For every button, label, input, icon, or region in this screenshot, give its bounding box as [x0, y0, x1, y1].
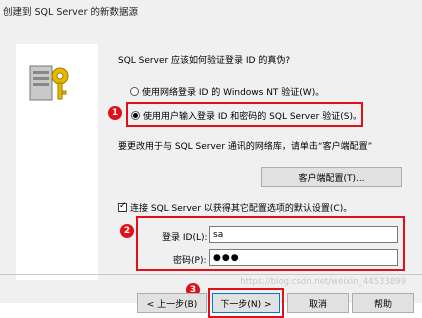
auth-question: SQL Server 应该如何验证登录 ID 的真伪? [118, 56, 291, 66]
connect-checkbox[interactable]: 连接 SQL Server 以获得其它配置选项的默认设置(C)。 [118, 201, 352, 214]
cancel-button[interactable]: 取消 [287, 293, 349, 313]
client-config-button[interactable]: 客户端配置(T)... [261, 167, 402, 187]
radio-windows-auth[interactable]: 使用网络登录 ID 的 Windows NT 验证(W)。 [130, 85, 324, 98]
checkbox-label: 连接 SQL Server 以获得其它配置选项的默认设置(C)。 [130, 204, 353, 214]
radio-label: 使用用户输入登录 ID 和密码的 SQL Server 验证(S)。 [143, 112, 362, 122]
dialog-body: SQL Server 应该如何验证登录 ID 的真伪? 使用网络登录 ID 的 … [0, 21, 422, 318]
marker-2: 2 [120, 224, 134, 238]
illustration-panel [16, 44, 98, 280]
login-id-input[interactable]: sa [209, 226, 398, 243]
marker-1: 1 [108, 106, 122, 120]
window-title: 创建到 SQL Server 的新数据源 [3, 7, 139, 18]
server-icon [29, 65, 69, 101]
radio-label: 使用网络登录 ID 的 Windows NT 验证(W)。 [142, 88, 325, 98]
password-input[interactable]: ●●● [209, 249, 398, 266]
network-note: 要更改用于与 SQL Server 通讯的网络库，请单击“客户端配置” [118, 142, 373, 152]
radio-indicator [131, 111, 140, 120]
checkbox-indicator [118, 201, 127, 212]
watermark: https://blog.csdn.net/weixin_44533899 [240, 277, 406, 287]
back-button[interactable]: < 上一步(B) [137, 293, 207, 313]
radio-sql-auth[interactable]: 使用用户输入登录 ID 和密码的 SQL Server 验证(S)。 [131, 109, 362, 122]
password-label: 密码(P): [173, 256, 207, 266]
help-button[interactable]: 帮助 [352, 293, 414, 313]
radio-indicator [130, 87, 139, 96]
login-label: 登录 ID(L): [162, 233, 208, 243]
footer-divider [0, 274, 422, 275]
next-button[interactable]: 下一步(N) > [212, 293, 280, 313]
title-bar: 创建到 SQL Server 的新数据源 [0, 0, 422, 22]
